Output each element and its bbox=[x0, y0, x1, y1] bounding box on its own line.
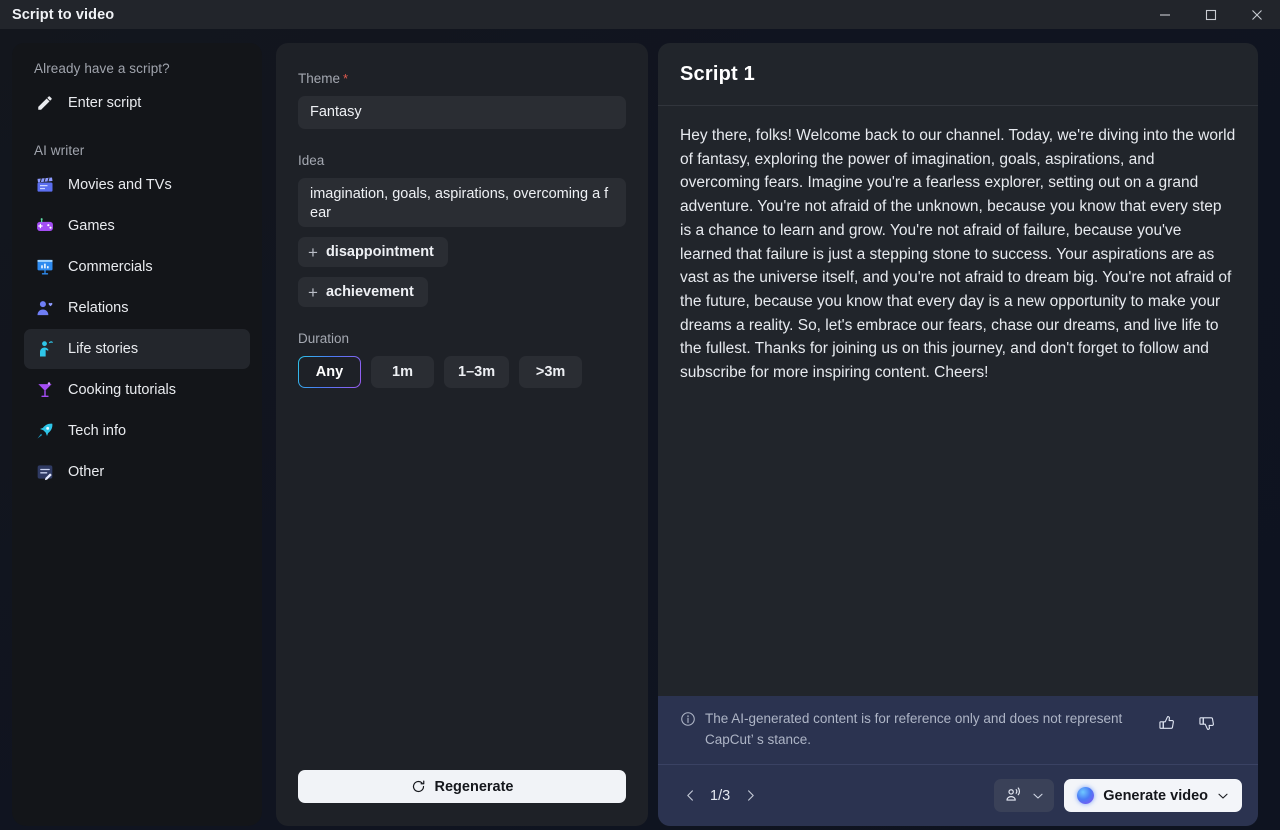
window-title: Script to video bbox=[12, 6, 115, 23]
plus-icon: + bbox=[308, 282, 318, 302]
person-waving-icon bbox=[34, 338, 56, 360]
sidebar-item-movies-and-tvs[interactable]: Movies and TVs bbox=[24, 165, 250, 205]
sidebar-item-label: Movies and TVs bbox=[68, 177, 172, 193]
sidebar-item-cooking-tutorials[interactable]: Cooking tutorials bbox=[24, 370, 250, 410]
form-spacer bbox=[298, 129, 626, 153]
script-text: Hey there, folks! Welcome back to our ch… bbox=[680, 127, 1236, 382]
duration-option-group: Any 1m 1–3m >3m bbox=[298, 356, 626, 388]
rocket-icon bbox=[34, 420, 56, 442]
idea-input[interactable]: imagination, goals, aspirations, overcom… bbox=[298, 178, 626, 227]
duration-option-over-3m[interactable]: >3m bbox=[519, 356, 583, 388]
script-settings-panel: Theme * Fantasy Idea imagination, goals,… bbox=[276, 43, 648, 826]
pager-next-button[interactable] bbox=[740, 784, 760, 808]
sidebar-item-label: Commercials bbox=[68, 259, 153, 275]
ai-orb-icon bbox=[1077, 787, 1095, 804]
title-bar: Script to video bbox=[0, 0, 1280, 29]
generate-video-button[interactable]: Generate video bbox=[1064, 779, 1242, 812]
duration-label: Duration bbox=[298, 331, 350, 346]
minimize-button[interactable] bbox=[1142, 0, 1188, 29]
close-icon bbox=[1252, 9, 1262, 20]
duration-option-any[interactable]: Any bbox=[298, 356, 361, 388]
sidebar-item-label: Relations bbox=[68, 300, 129, 316]
sidebar-item-label: Games bbox=[68, 218, 115, 234]
disclaimer-text: The AI-generated content is for referenc… bbox=[705, 711, 1123, 747]
thumbs-down-icon bbox=[1199, 717, 1214, 730]
maximize-icon bbox=[1205, 9, 1217, 20]
chip-label: disappointment bbox=[325, 244, 434, 260]
script-text-container[interactable]: Hey there, folks! Welcome back to our ch… bbox=[658, 106, 1258, 696]
idea-label: Idea bbox=[298, 153, 325, 168]
voice-selector-button[interactable] bbox=[994, 779, 1055, 812]
cocktail-glass-icon bbox=[34, 379, 56, 401]
minimize-icon bbox=[1160, 13, 1170, 16]
regenerate-label: Regenerate bbox=[434, 778, 514, 795]
plus-icon: + bbox=[308, 242, 318, 262]
sidebar-item-life-stories[interactable]: Life stories bbox=[24, 329, 250, 369]
thumbs-up-button[interactable] bbox=[1154, 710, 1180, 736]
main-content-area: Already have a script? Enter script AI w… bbox=[0, 29, 1280, 830]
window-controls bbox=[1142, 0, 1280, 29]
script-title: Script 1 bbox=[680, 62, 755, 85]
chevron-down-icon[interactable] bbox=[1217, 790, 1229, 802]
sidebar-item-games[interactable]: Games bbox=[24, 206, 250, 246]
theme-label: Theme * bbox=[298, 71, 626, 86]
chevron-right-icon bbox=[747, 790, 754, 801]
refresh-icon bbox=[412, 780, 424, 793]
theme-input[interactable]: Fantasy bbox=[298, 96, 626, 129]
chevron-down-icon bbox=[1033, 793, 1043, 799]
script-to-video-window: Script to video Already have a script? E… bbox=[0, 0, 1280, 830]
clapperboard-icon bbox=[34, 174, 56, 196]
regenerate-button[interactable]: Regenerate bbox=[298, 770, 626, 803]
sidebar-heading-existing-script: Already have a script? bbox=[34, 61, 170, 76]
script-panel-footer: 1/3 Generate video bbox=[658, 764, 1258, 826]
sidebar-item-commercials[interactable]: Commercials bbox=[24, 247, 250, 287]
pager-label: 1/3 bbox=[710, 787, 731, 804]
duration-option-1m[interactable]: 1m bbox=[371, 356, 434, 388]
feedback-actions bbox=[1154, 708, 1220, 736]
ai-disclaimer-bar: The AI-generated content is for referenc… bbox=[658, 696, 1258, 764]
sidebar-item-label: Other bbox=[68, 464, 105, 480]
script-pager: 1/3 bbox=[680, 784, 760, 808]
sidebar-item-label: Life stories bbox=[68, 341, 139, 357]
info-icon bbox=[681, 712, 695, 726]
pager-prev-button[interactable] bbox=[680, 784, 700, 808]
sidebar-item-label: Cooking tutorials bbox=[68, 382, 176, 398]
person-heart-icon bbox=[34, 297, 56, 319]
script-panel-header: Script 1 bbox=[658, 43, 1258, 106]
duration-option-1-3m[interactable]: 1–3m bbox=[444, 356, 510, 388]
thumbs-up-icon bbox=[1159, 716, 1174, 729]
sidebar-item-relations[interactable]: Relations bbox=[24, 288, 250, 328]
suggestion-chip-list-2: + achievement bbox=[298, 267, 626, 307]
sidebar-heading-ai-writer: AI writer bbox=[34, 143, 85, 158]
sidebar-item-enter-script[interactable]: Enter script bbox=[24, 83, 250, 123]
chip-label: achievement bbox=[325, 284, 414, 300]
sidebar-item-label: Enter script bbox=[68, 95, 142, 111]
sidebar-item-tech-info[interactable]: Tech info bbox=[24, 411, 250, 451]
thumbs-down-button[interactable] bbox=[1194, 710, 1220, 736]
chevron-left-icon bbox=[686, 790, 693, 801]
maximize-button[interactable] bbox=[1188, 0, 1234, 29]
voice-speaker-icon bbox=[1006, 787, 1021, 801]
sidebar: Already have a script? Enter script AI w… bbox=[12, 43, 262, 826]
pencil-icon bbox=[34, 92, 56, 114]
generate-video-label: Generate video bbox=[1103, 787, 1208, 804]
suggestion-chip-list: + disappointment bbox=[298, 227, 626, 267]
sidebar-item-other[interactable]: Other bbox=[24, 452, 250, 492]
suggestion-chip-achievement[interactable]: + achievement bbox=[298, 277, 428, 307]
document-edit-icon bbox=[34, 461, 56, 483]
gamepad-icon bbox=[34, 215, 56, 237]
presentation-chart-icon bbox=[34, 256, 56, 278]
form-spacer-2 bbox=[298, 307, 626, 331]
required-asterisk: * bbox=[343, 71, 349, 86]
script-preview-panel: Script 1 Hey there, folks! Welcome back … bbox=[658, 43, 1258, 826]
theme-label-text: Theme bbox=[298, 71, 341, 86]
sidebar-item-label: Tech info bbox=[68, 423, 127, 439]
suggestion-chip-disappointment[interactable]: + disappointment bbox=[298, 237, 448, 267]
close-button[interactable] bbox=[1234, 0, 1280, 29]
